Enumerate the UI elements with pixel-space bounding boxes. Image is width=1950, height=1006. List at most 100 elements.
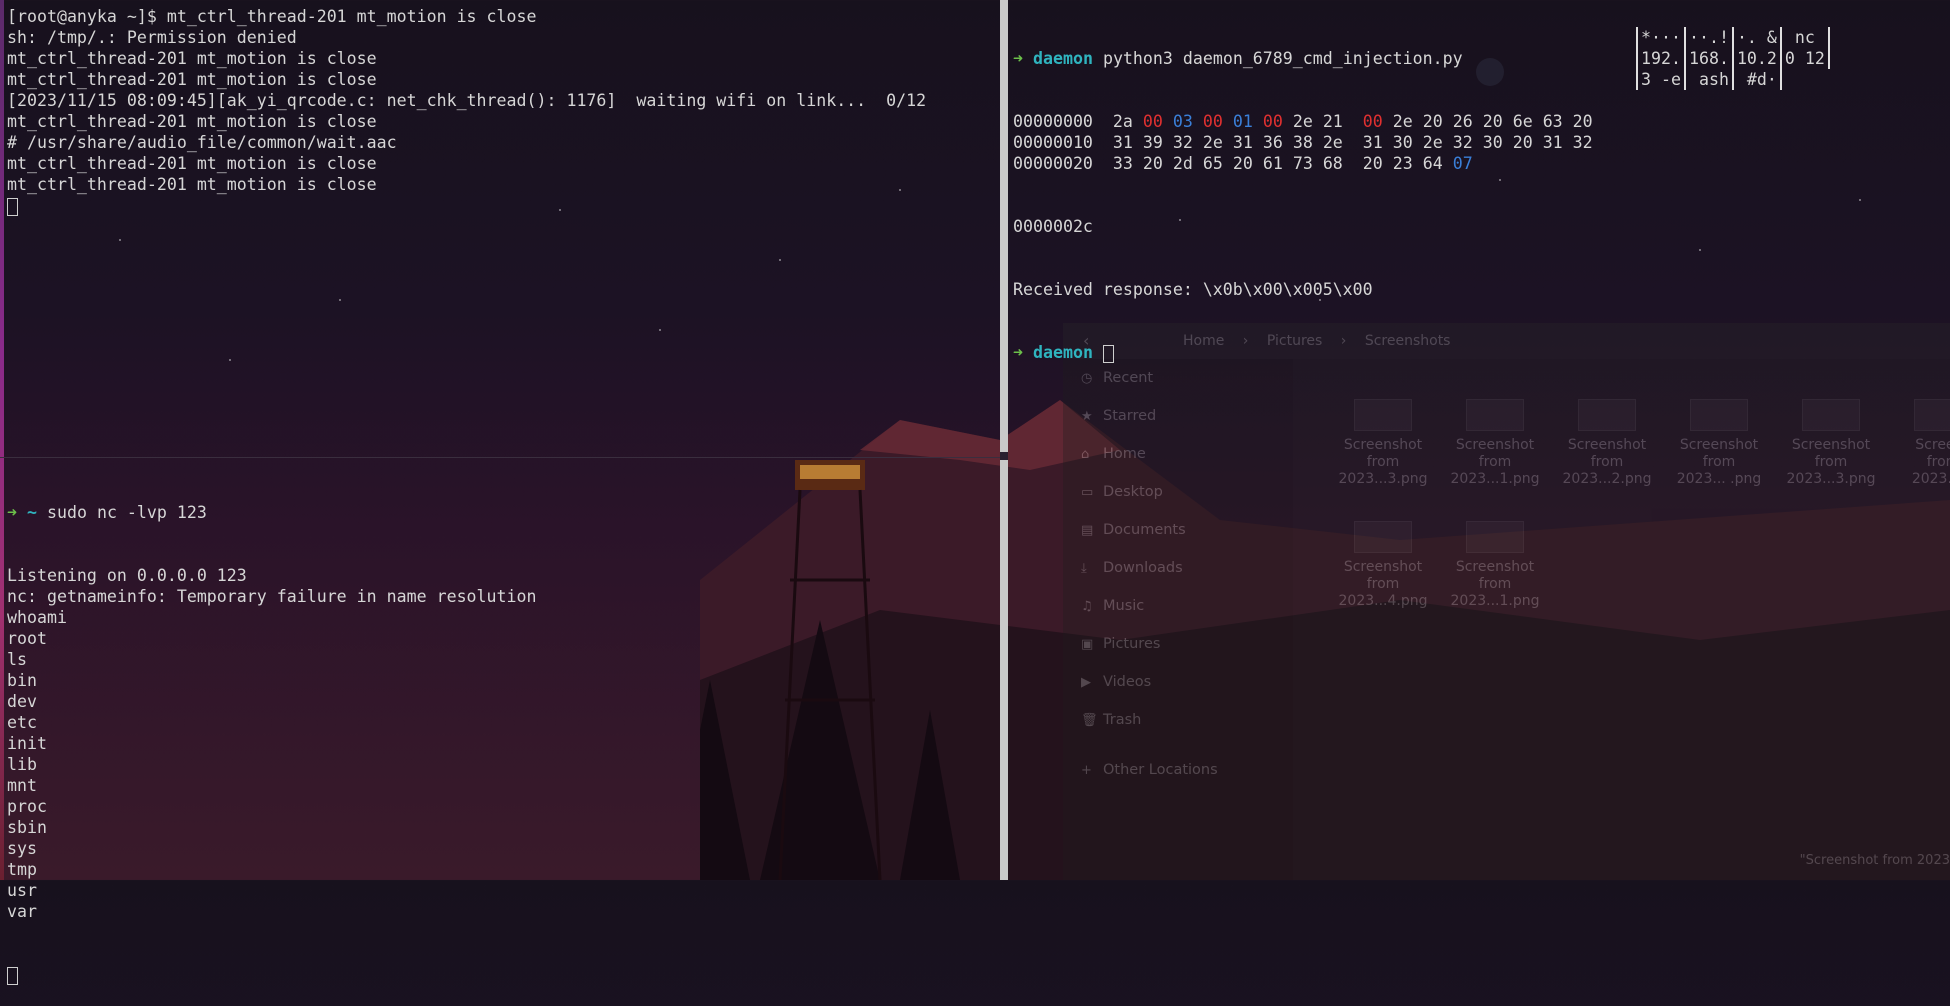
file-item[interactable]: Screenshot from 2023...3.png <box>1333 399 1433 488</box>
file-item[interactable]: Screenshot from 2023...1.png <box>1445 399 1545 488</box>
ascii-cell: 3 -e <box>1636 69 1684 90</box>
hex-byte: 36 <box>1262 133 1283 152</box>
file-name-line: 2023...3.png <box>1338 471 1428 487</box>
sidebar-item-documents[interactable]: ▤ Documents <box>1063 511 1293 549</box>
file-thumbnail <box>1354 399 1412 431</box>
ascii-cell: nc <box>1779 27 1830 48</box>
file-name-line: 2023... .png <box>1676 471 1762 487</box>
command-text: python3 daemon_6789_cmd_injection.py <box>1102 49 1463 68</box>
sidebar-item-label: Other Locations <box>1103 762 1218 778</box>
file-item[interactable]: Screenshot from 2023...1.png <box>1445 521 1545 610</box>
terminal-line: root <box>7 629 47 648</box>
hex-byte: 20 <box>1422 112 1443 131</box>
prompt-directory: daemon <box>1033 49 1093 68</box>
file-name-line: from <box>1478 576 1512 592</box>
file-thumbnail <box>1690 399 1748 431</box>
terminal-line: var <box>7 902 37 921</box>
response-text: Received response: \x0b\x00\x005\x00 <box>1013 280 1373 299</box>
ascii-cell: ash <box>1683 69 1732 90</box>
file-name-line: from <box>1926 454 1950 470</box>
terminal-line: nc: getnameinfo: Temporary failure in na… <box>7 587 537 606</box>
terminal-line: [root@anyka ~]$ mt_ctrl_thread-201 mt_mo… <box>7 7 537 26</box>
file-thumbnail <box>1466 399 1524 431</box>
terminal-cursor[interactable] <box>1102 344 1114 363</box>
file-item[interactable]: Screenshot from 2023...4.png <box>1333 521 1433 610</box>
terminal-line: tmp <box>7 860 37 879</box>
terminal-pane-top-left[interactable]: [root@anyka ~]$ mt_ctrl_thread-201 mt_mo… <box>7 6 997 446</box>
sidebar-item-label: Downloads <box>1103 560 1183 576</box>
ascii-cell: 168. <box>1683 48 1732 69</box>
hex-byte: 2e <box>1422 133 1443 152</box>
sidebar-item-label: Desktop <box>1103 484 1163 500</box>
terminal-line: etc <box>7 713 37 732</box>
file-item[interactable]: Screenshot from 2023...3.png <box>1781 399 1881 488</box>
hex-byte: 63 <box>1542 112 1563 131</box>
terminal-line: proc <box>7 797 47 816</box>
pane-divider-horizontal[interactable] <box>0 457 1000 458</box>
sidebar-item-home[interactable]: ⌂ Home <box>1063 435 1293 473</box>
hex-byte: 64 <box>1422 154 1443 173</box>
desktop-icon: ▭ <box>1081 484 1094 500</box>
hex-byte: 01 <box>1232 112 1253 131</box>
terminal-pane-bottom-left[interactable]: ➜ ~ sudo nc -lvp 123 Listening on 0.0.0.… <box>7 460 997 985</box>
hex-byte: 23 <box>1392 154 1413 173</box>
sidebar-item-trash[interactable]: 🗑 Trash <box>1063 701 1293 739</box>
hex-byte: 61 <box>1262 154 1283 173</box>
terminal-line: ls <box>7 650 27 669</box>
sidebar-item-music[interactable]: ♫ Music <box>1063 587 1293 625</box>
sidebar-item-pictures[interactable]: ▣ Pictures <box>1063 625 1293 663</box>
ascii-cell: #d· <box>1731 69 1782 90</box>
file-manager-grid: Screenshot from 2023...3.png Screenshot from… <box>1293 359 1950 880</box>
terminal-cursor[interactable] <box>7 197 18 216</box>
terminal-cursor[interactable] <box>7 966 18 985</box>
sidebar-item-downloads[interactable]: ⤓ Downloads <box>1063 549 1293 587</box>
file-thumbnail <box>1914 399 1950 431</box>
hex-byte: 31 <box>1362 133 1383 152</box>
hex-byte: 00 <box>1142 112 1163 131</box>
pane-divider-vertical[interactable] <box>1000 0 1008 880</box>
file-name-line: Screenshot <box>1567 437 1647 453</box>
hex-offset: 00000020 <box>1013 154 1093 173</box>
ascii-cell: ··.! <box>1683 27 1732 48</box>
hex-byte: 2d <box>1172 154 1193 173</box>
hex-byte: 00 <box>1262 112 1283 131</box>
star-icon: ★ <box>1081 408 1093 424</box>
hex-byte: 65 <box>1202 154 1223 173</box>
hex-byte: 32 <box>1172 133 1193 152</box>
sidebar-item-desktop[interactable]: ▭ Desktop <box>1063 473 1293 511</box>
sidebar-item-other-locations[interactable]: + Other Locations <box>1063 751 1293 789</box>
sidebar-item-videos[interactable]: ▶ Videos <box>1063 663 1293 701</box>
hex-byte: 31 <box>1542 133 1563 152</box>
file-name-line: 2023...2.png <box>1562 471 1652 487</box>
ascii-cell: *··· <box>1636 27 1684 48</box>
file-thumbnail <box>1802 399 1860 431</box>
desktop-edge-glow <box>0 0 4 880</box>
terminal-line: sh: /tmp/.: Permission denied <box>7 28 297 47</box>
terminal-line: usr <box>7 881 37 900</box>
hex-byte: 21 <box>1322 112 1343 131</box>
downloads-icon: ⤓ <box>1081 560 1087 576</box>
file-name-line: Screenshot <box>1679 437 1759 453</box>
file-name-line: 2023...3.png <box>1786 471 1876 487</box>
hex-byte: 20 <box>1512 133 1533 152</box>
terminal-line: [2023/11/15 08:09:45][ak_yi_qrcode.c: ne… <box>7 91 927 110</box>
hex-byte: 6e <box>1512 112 1533 131</box>
sidebar-item-label: Pictures <box>1103 636 1161 652</box>
prompt-arrow-icon: ➜ <box>1013 49 1023 68</box>
file-item[interactable]: Screenshot from 2023... .png <box>1669 399 1769 488</box>
pictures-icon: ▣ <box>1081 636 1094 652</box>
file-name-line: Screens <box>1915 437 1950 453</box>
hex-byte: 68 <box>1322 154 1343 173</box>
file-item[interactable]: Screenshot from 2023...2.png <box>1557 399 1657 488</box>
ascii-cell: 0 12 <box>1779 48 1830 69</box>
file-name-line: from <box>1590 454 1624 470</box>
sidebar-item-starred[interactable]: ★ Starred <box>1063 397 1293 435</box>
file-item[interactable]: Screensfrom2023...6. <box>1893 399 1950 488</box>
file-name-line: 2023...4.png <box>1338 593 1428 609</box>
home-icon: ⌂ <box>1081 446 1090 462</box>
terminal-line: mt_ctrl_thread-201 mt_motion is close <box>7 154 377 173</box>
hexdump-end-offset: 0000002c <box>1013 217 1093 236</box>
sidebar-item-label: Music <box>1103 598 1145 614</box>
hex-byte: 03 <box>1172 112 1193 131</box>
sidebar-item-label: Home <box>1103 446 1146 462</box>
